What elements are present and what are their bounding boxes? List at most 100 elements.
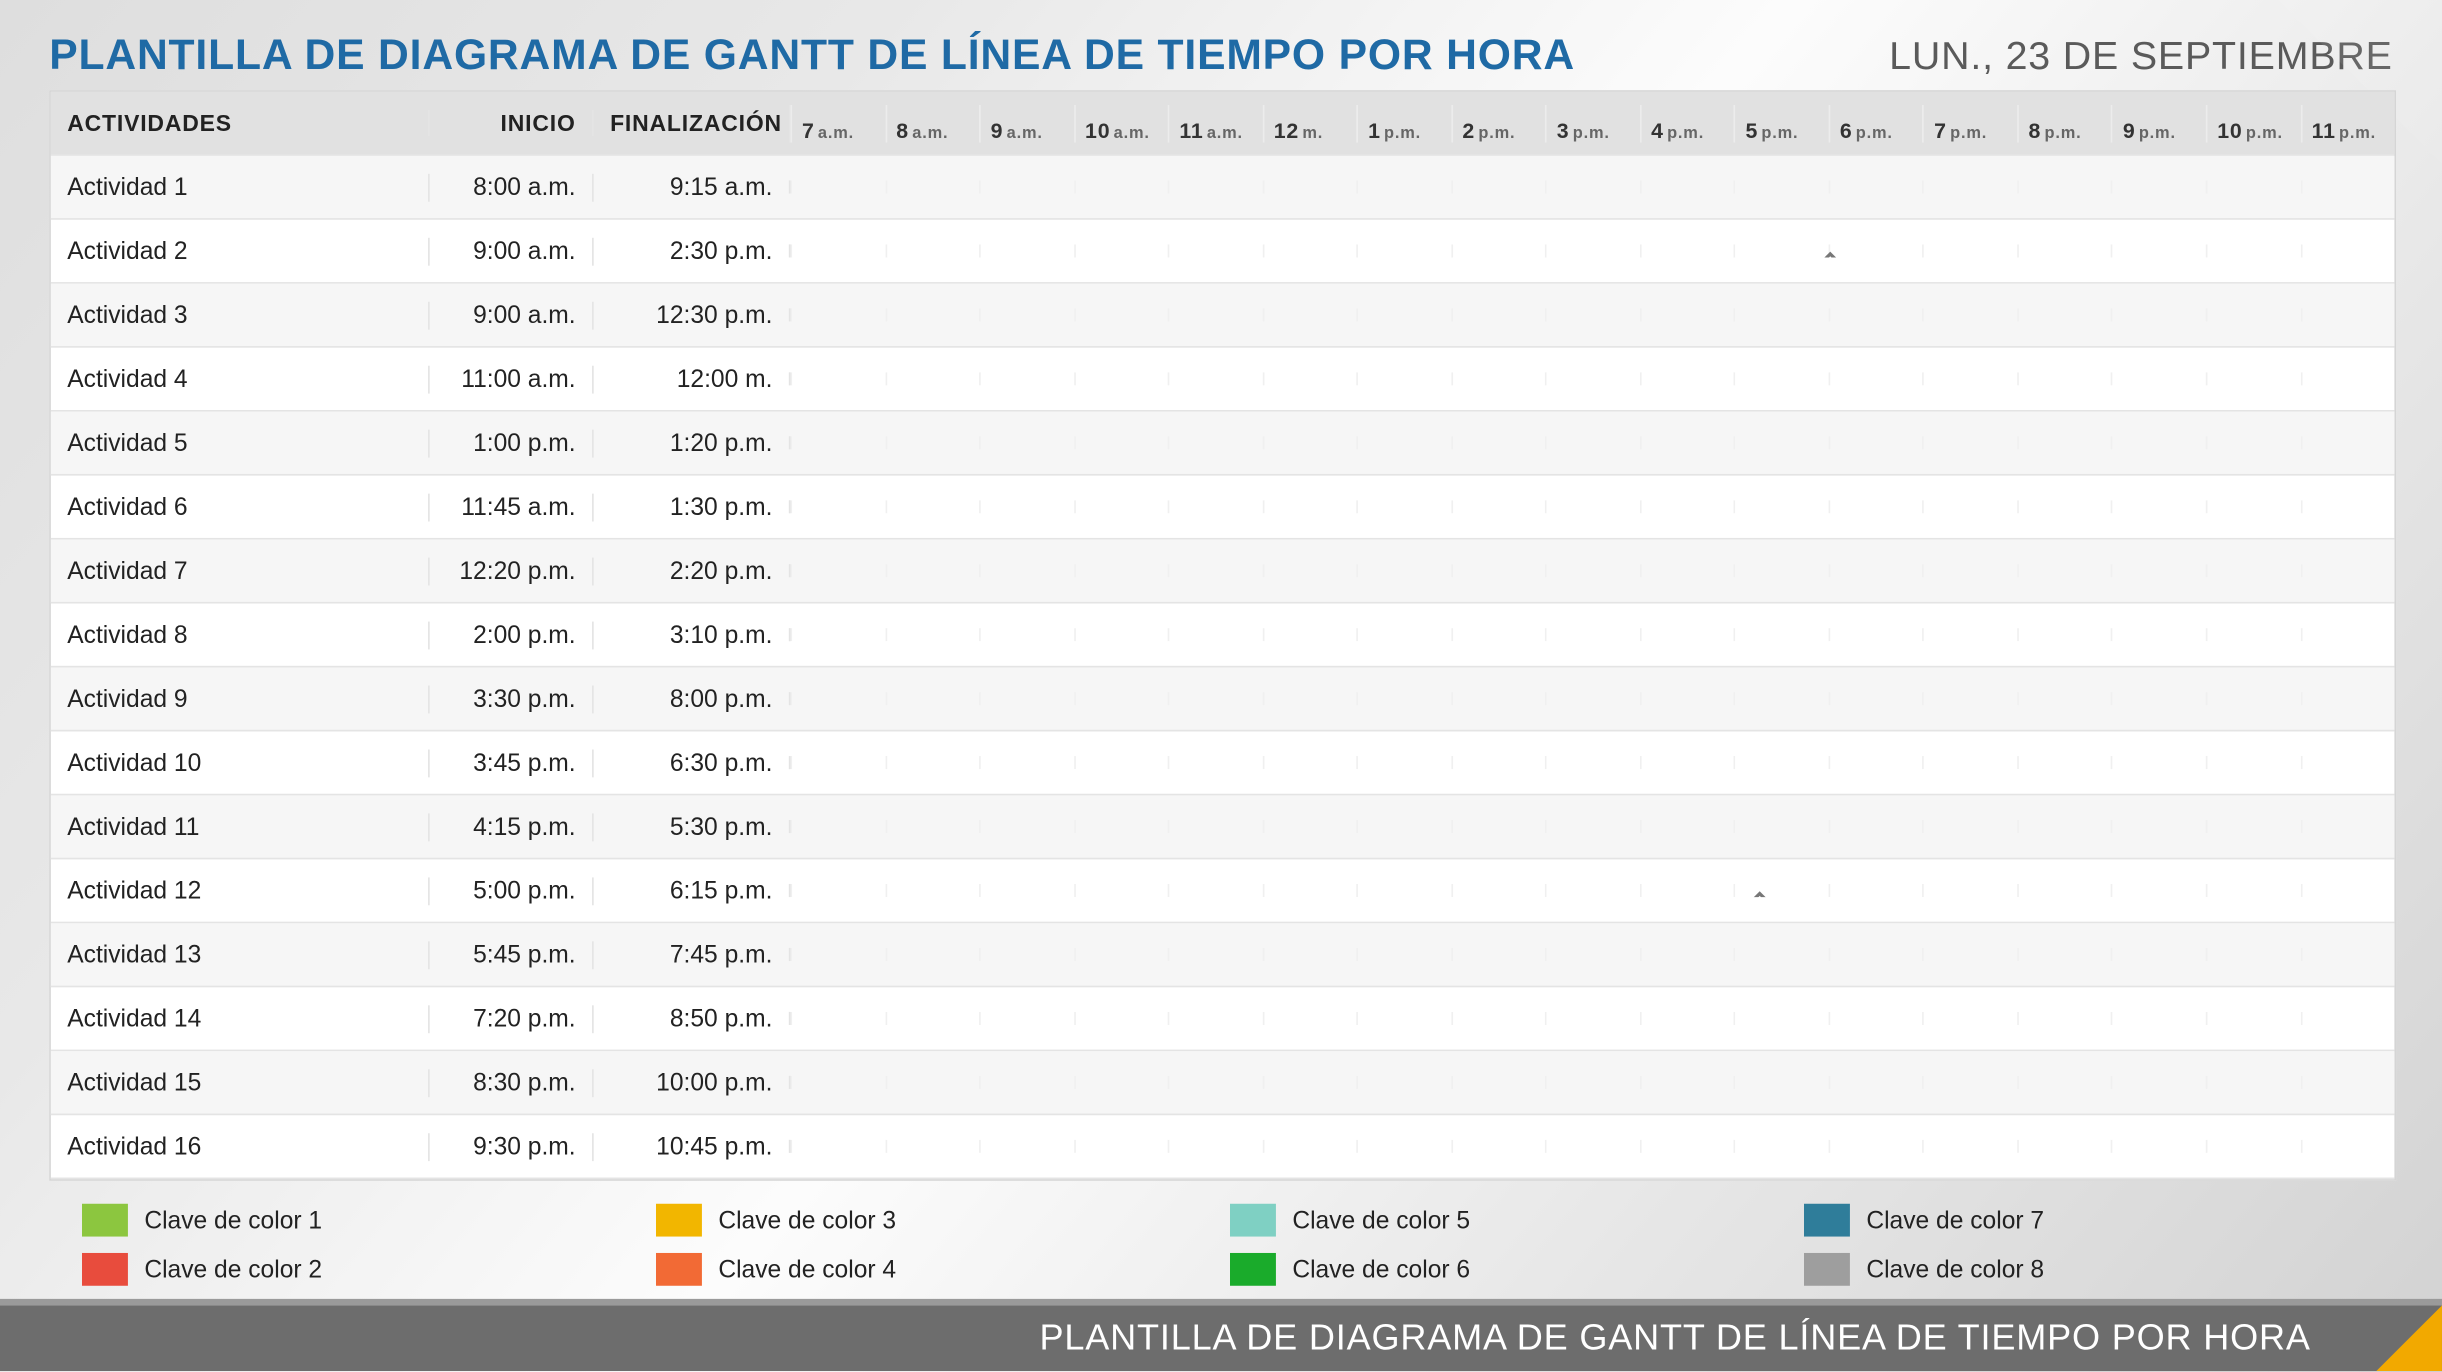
hour-col: 11a.m. <box>1168 104 1262 142</box>
table-row: Actividad 29:00 a.m.2:30 p.m. <box>51 220 2395 284</box>
hour-col: 1p.m. <box>1357 104 1451 142</box>
activity-name: Actividad 11 <box>51 813 428 841</box>
activity-start: 7:20 p.m. <box>428 1005 592 1033</box>
activity-start: 11:00 a.m. <box>428 365 592 393</box>
hour-col: 12m. <box>1262 104 1356 142</box>
hour-col: 5p.m. <box>1734 104 1828 142</box>
hour-col: 11p.m. <box>2300 104 2394 142</box>
activity-name: Actividad 5 <box>51 429 428 457</box>
legend-item: Clave de color 2 <box>49 1253 623 1286</box>
hour-col: 8a.m. <box>885 104 979 142</box>
activity-start: 8:00 a.m. <box>428 173 592 201</box>
legend-label: Clave de color 4 <box>718 1255 896 1283</box>
activity-timeline <box>789 180 2395 193</box>
activity-end: 12:00 m. <box>592 365 789 393</box>
activity-name: Actividad 10 <box>51 749 428 777</box>
page-date: LUN., 23 DE SEPTIEMBRE <box>1889 34 2393 80</box>
activity-timeline <box>789 308 2395 321</box>
activity-timeline <box>789 1076 2395 1089</box>
hour-col: 6p.m. <box>1828 104 1922 142</box>
activity-timeline <box>789 564 2395 577</box>
activity-name: Actividad 3 <box>51 301 428 329</box>
legend-item: Clave de color 8 <box>1771 1253 2345 1286</box>
table-row: Actividad 93:30 p.m.8:00 p.m. <box>51 667 2395 731</box>
activity-start: 1:00 p.m. <box>428 429 592 457</box>
activity-start: 4:15 p.m. <box>428 813 592 841</box>
activity-name: Actividad 15 <box>51 1068 428 1096</box>
activity-end: 2:20 p.m. <box>592 557 789 585</box>
hour-col: 7p.m. <box>1923 104 2017 142</box>
legend-label: Clave de color 7 <box>1866 1206 2044 1234</box>
table-row: Actividad 135:45 p.m.7:45 p.m. <box>51 923 2395 987</box>
hour-col: 9p.m. <box>2111 104 2205 142</box>
legend-swatch <box>82 1253 128 1286</box>
legend-swatch <box>656 1204 702 1237</box>
legend-swatch <box>1804 1253 1850 1286</box>
legend-item: Clave de color 3 <box>623 1204 1197 1237</box>
activity-name: Actividad 16 <box>51 1132 428 1160</box>
hour-col: 2p.m. <box>1451 104 1545 142</box>
activity-end: 8:50 p.m. <box>592 1005 789 1033</box>
legend-label: Clave de color 6 <box>1292 1255 1470 1283</box>
activity-end: 9:15 a.m. <box>592 173 789 201</box>
activity-start: 3:30 p.m. <box>428 685 592 713</box>
activity-timeline <box>789 1012 2395 1025</box>
activity-start: 3:45 p.m. <box>428 749 592 777</box>
legend-label: Clave de color 5 <box>1292 1206 1470 1234</box>
table-row: Actividad 712:20 p.m.2:20 p.m. <box>51 540 2395 604</box>
activity-start: 2:00 p.m. <box>428 621 592 649</box>
activity-end: 12:30 p.m. <box>592 301 789 329</box>
activity-end: 10:45 p.m. <box>592 1132 789 1160</box>
activity-timeline <box>789 692 2395 705</box>
activity-start: 5:45 p.m. <box>428 941 592 969</box>
legend-item: Clave de color 1 <box>49 1204 623 1237</box>
legend-item: Clave de color 5 <box>1197 1204 1771 1237</box>
activity-end: 10:00 p.m. <box>592 1068 789 1096</box>
table-row: Actividad 82:00 p.m.3:10 p.m. <box>51 604 2395 668</box>
activity-end: 5:30 p.m. <box>592 813 789 841</box>
legend-swatch <box>82 1204 128 1237</box>
activity-name: Actividad 6 <box>51 493 428 521</box>
table-row: Actividad 18:00 a.m.9:15 a.m. <box>51 156 2395 220</box>
activity-name: Actividad 12 <box>51 877 428 905</box>
hour-col: 8p.m. <box>2017 104 2111 142</box>
table-row: Actividad 158:30 p.m.10:00 p.m. <box>51 1051 2395 1115</box>
hour-col: 4p.m. <box>1640 104 1734 142</box>
header: PLANTILLA DE DIAGRAMA DE GANTT DE LÍNEA … <box>49 30 2393 81</box>
activity-name: Actividad 8 <box>51 621 428 649</box>
activity-timeline <box>789 628 2395 641</box>
table-row: Actividad 39:00 a.m.12:30 p.m. <box>51 284 2395 348</box>
gantt-chart: ACTIVIDADES INICIO FINALIZACIÓN 7a.m.8a.… <box>49 90 2396 1181</box>
table-row: Actividad 147:20 p.m.8:50 p.m. <box>51 987 2395 1051</box>
activity-name: Actividad 1 <box>51 173 428 201</box>
table-row: Actividad 51:00 p.m.1:20 p.m. <box>51 412 2395 476</box>
table-row: Actividad 169:30 p.m.10:45 p.m. <box>51 1115 2395 1179</box>
legend-label: Clave de color 8 <box>1866 1255 2044 1283</box>
activity-start: 12:20 p.m. <box>428 557 592 585</box>
col-end: FINALIZACIÓN <box>592 110 789 136</box>
timeline-header: 7a.m.8a.m.9a.m.10a.m.11a.m.12m.1p.m.2p.m… <box>789 104 2395 142</box>
activity-start: 9:30 p.m. <box>428 1132 592 1160</box>
activity-timeline <box>789 244 2395 257</box>
hour-col: 3p.m. <box>1545 104 1639 142</box>
legend-label: Clave de color 1 <box>144 1206 322 1234</box>
activity-start: 5:00 p.m. <box>428 877 592 905</box>
activity-start: 9:00 a.m. <box>428 301 592 329</box>
page-title: PLANTILLA DE DIAGRAMA DE GANTT DE LÍNEA … <box>49 30 1575 81</box>
col-activities: ACTIVIDADES <box>51 110 428 136</box>
hour-col: 10a.m. <box>1074 104 1168 142</box>
table-row: Actividad 411:00 a.m.12:00 m. <box>51 348 2395 412</box>
legend-item: Clave de color 4 <box>623 1253 1197 1286</box>
activity-end: 2:30 p.m. <box>592 237 789 265</box>
legend-swatch <box>1804 1204 1850 1237</box>
activity-timeline: ASISTENCIA OBLIGATORIA <box>789 884 2395 897</box>
activity-timeline <box>789 948 2395 961</box>
legend-swatch <box>1230 1204 1276 1237</box>
table-row: Actividad 125:00 p.m.6:15 p.m.ASISTENCIA… <box>51 859 2395 923</box>
table-row: Actividad 103:45 p.m.6:30 p.m. <box>51 731 2395 795</box>
legend-item: Clave de color 6 <box>1197 1253 1771 1286</box>
activity-name: Actividad 4 <box>51 365 428 393</box>
legend-label: Clave de color 2 <box>144 1255 322 1283</box>
table-row: Actividad 114:15 p.m.5:30 p.m. <box>51 795 2395 859</box>
activity-end: 3:10 p.m. <box>592 621 789 649</box>
